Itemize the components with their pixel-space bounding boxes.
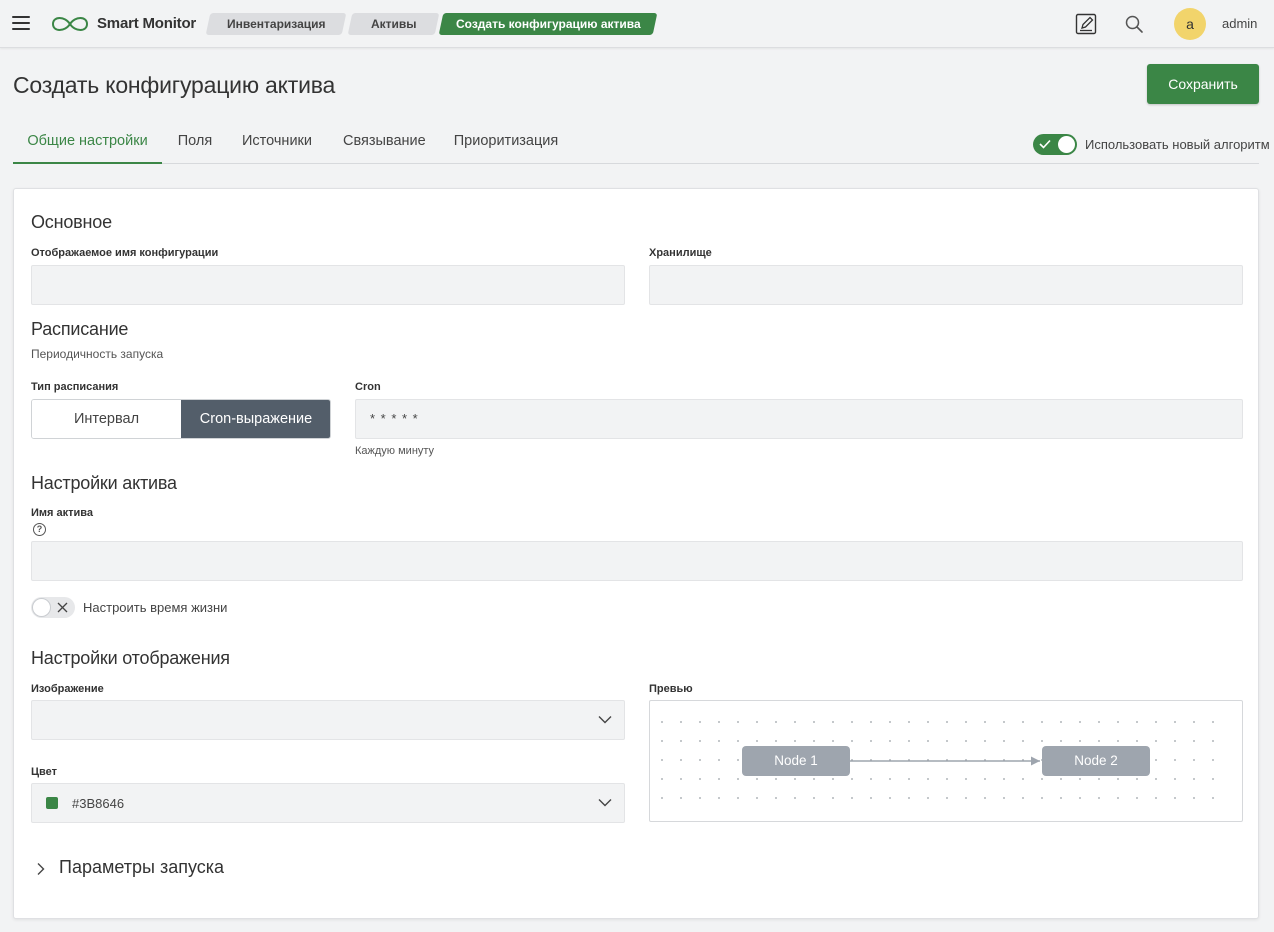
help-icon[interactable]: ?	[33, 523, 46, 536]
brand-name: Smart Monitor	[97, 15, 197, 32]
breadcrumb-current: Создать конфигурацию актива	[438, 13, 658, 35]
tab-linking[interactable]: Связывание	[343, 120, 426, 164]
preview-node-1: Node 1	[742, 746, 850, 776]
cron-input[interactable]: * * * * *	[355, 399, 1243, 439]
color-select[interactable]: #3B8646	[31, 783, 625, 823]
toggle-knob	[1058, 136, 1075, 153]
asset-name-label: Имя актива	[31, 507, 94, 519]
schedule-type-label: Тип расписания	[31, 381, 119, 393]
tab-sources[interactable]: Источники	[241, 120, 313, 164]
ttl-label: Настроить время жизни	[83, 600, 228, 615]
menu-icon[interactable]	[12, 16, 30, 30]
settings-card: Основное Отображаемое имя конфигурации Х…	[13, 188, 1259, 919]
display-name-input[interactable]	[31, 265, 625, 305]
tab-general-settings[interactable]: Общие настройки	[13, 120, 162, 164]
username[interactable]: admin	[1222, 16, 1257, 31]
section-display-heading: Настройки отображения	[31, 648, 230, 668]
preview-node-2: Node 2	[1042, 746, 1150, 776]
section-asset-heading: Настройки актива	[31, 473, 177, 493]
edit-icon[interactable]	[1074, 12, 1098, 36]
avatar[interactable]: a	[1174, 8, 1206, 40]
chevron-right-icon	[37, 863, 45, 875]
check-icon	[1039, 139, 1051, 149]
color-value: #3B8646	[72, 796, 125, 811]
logo-icon	[51, 17, 89, 31]
preview-grid	[660, 719, 1230, 805]
new-algorithm-toggle[interactable]	[1033, 134, 1077, 155]
breadcrumb-assets[interactable]: Активы	[347, 13, 440, 35]
display-name-label: Отображаемое имя конфигурации	[31, 247, 219, 259]
top-bar: Smart Monitor Инвентаризация Активы Созд…	[0, 0, 1274, 48]
section-schedule-heading: Расписание	[31, 319, 129, 339]
launch-params-label: Параметры запуска	[59, 857, 225, 877]
color-label: Цвет	[31, 766, 58, 778]
save-button[interactable]: Сохранить	[1147, 64, 1259, 104]
schedule-type-switch: Интервал Cron-выражение	[31, 399, 331, 439]
schedule-subtitle: Периодичность запуска	[31, 347, 164, 361]
section-basic-heading: Основное	[31, 212, 112, 232]
storage-input[interactable]	[649, 265, 1243, 305]
asset-name-input[interactable]	[31, 541, 1243, 581]
search-icon[interactable]	[1122, 12, 1146, 36]
chevron-down-icon	[598, 716, 612, 724]
color-swatch	[46, 797, 58, 809]
schedule-option-interval[interactable]: Интервал	[32, 400, 181, 438]
ttl-toggle[interactable]	[31, 597, 75, 618]
page-title: Создать конфигурацию актива	[13, 72, 336, 98]
schedule-option-cron[interactable]: Cron-выражение	[181, 400, 330, 438]
cron-label: Cron	[355, 381, 381, 393]
storage-label: Хранилище	[649, 247, 712, 259]
cron-hint: Каждую минуту	[355, 445, 435, 457]
toggle-knob	[32, 598, 51, 617]
tab-fields[interactable]: Поля	[176, 120, 214, 164]
breadcrumb-inventory[interactable]: Инвентаризация	[205, 13, 347, 35]
close-icon	[57, 602, 68, 613]
preview-canvas: Node 1 Node 2	[649, 700, 1243, 822]
image-label: Изображение	[31, 683, 104, 695]
image-select[interactable]	[31, 700, 625, 740]
tab-prioritization[interactable]: Приоритизация	[453, 120, 559, 164]
chevron-down-icon	[598, 799, 612, 807]
preview-label: Превью	[649, 683, 693, 695]
new-algorithm-label: Использовать новый алгоритм	[1085, 137, 1270, 152]
